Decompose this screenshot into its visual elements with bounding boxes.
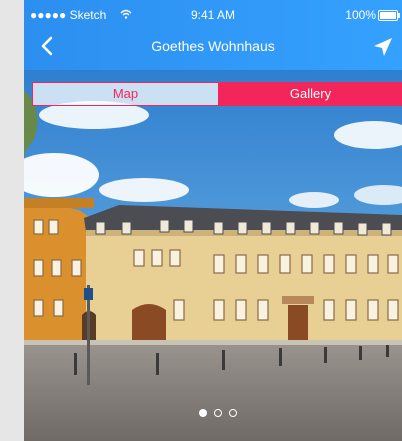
segment-gallery[interactable]: Gallery <box>218 83 402 105</box>
battery-percentage: 100% <box>345 8 376 22</box>
page-dot[interactable] <box>199 409 207 417</box>
status-bar: ●●●●● Sketch 9:41 AM 100% <box>24 8 402 22</box>
gallery-photo[interactable] <box>24 70 402 441</box>
page-title: Goethes Wohnhaus <box>151 38 275 54</box>
page-dot[interactable] <box>214 409 222 417</box>
battery-icon <box>378 10 400 21</box>
segment-map[interactable]: Map <box>33 83 218 105</box>
view-segmented-control: Map Gallery <box>32 82 402 106</box>
gallery-page-indicator[interactable] <box>199 409 237 419</box>
phone-screen: ●●●●● Sketch 9:41 AM 100% Goethes Wohnha… <box>24 0 402 441</box>
location-arrow-icon[interactable] <box>372 36 394 58</box>
page-dot[interactable] <box>229 409 237 417</box>
navigation-bar: ●●●●● Sketch 9:41 AM 100% Goethes Wohnha… <box>24 0 402 70</box>
